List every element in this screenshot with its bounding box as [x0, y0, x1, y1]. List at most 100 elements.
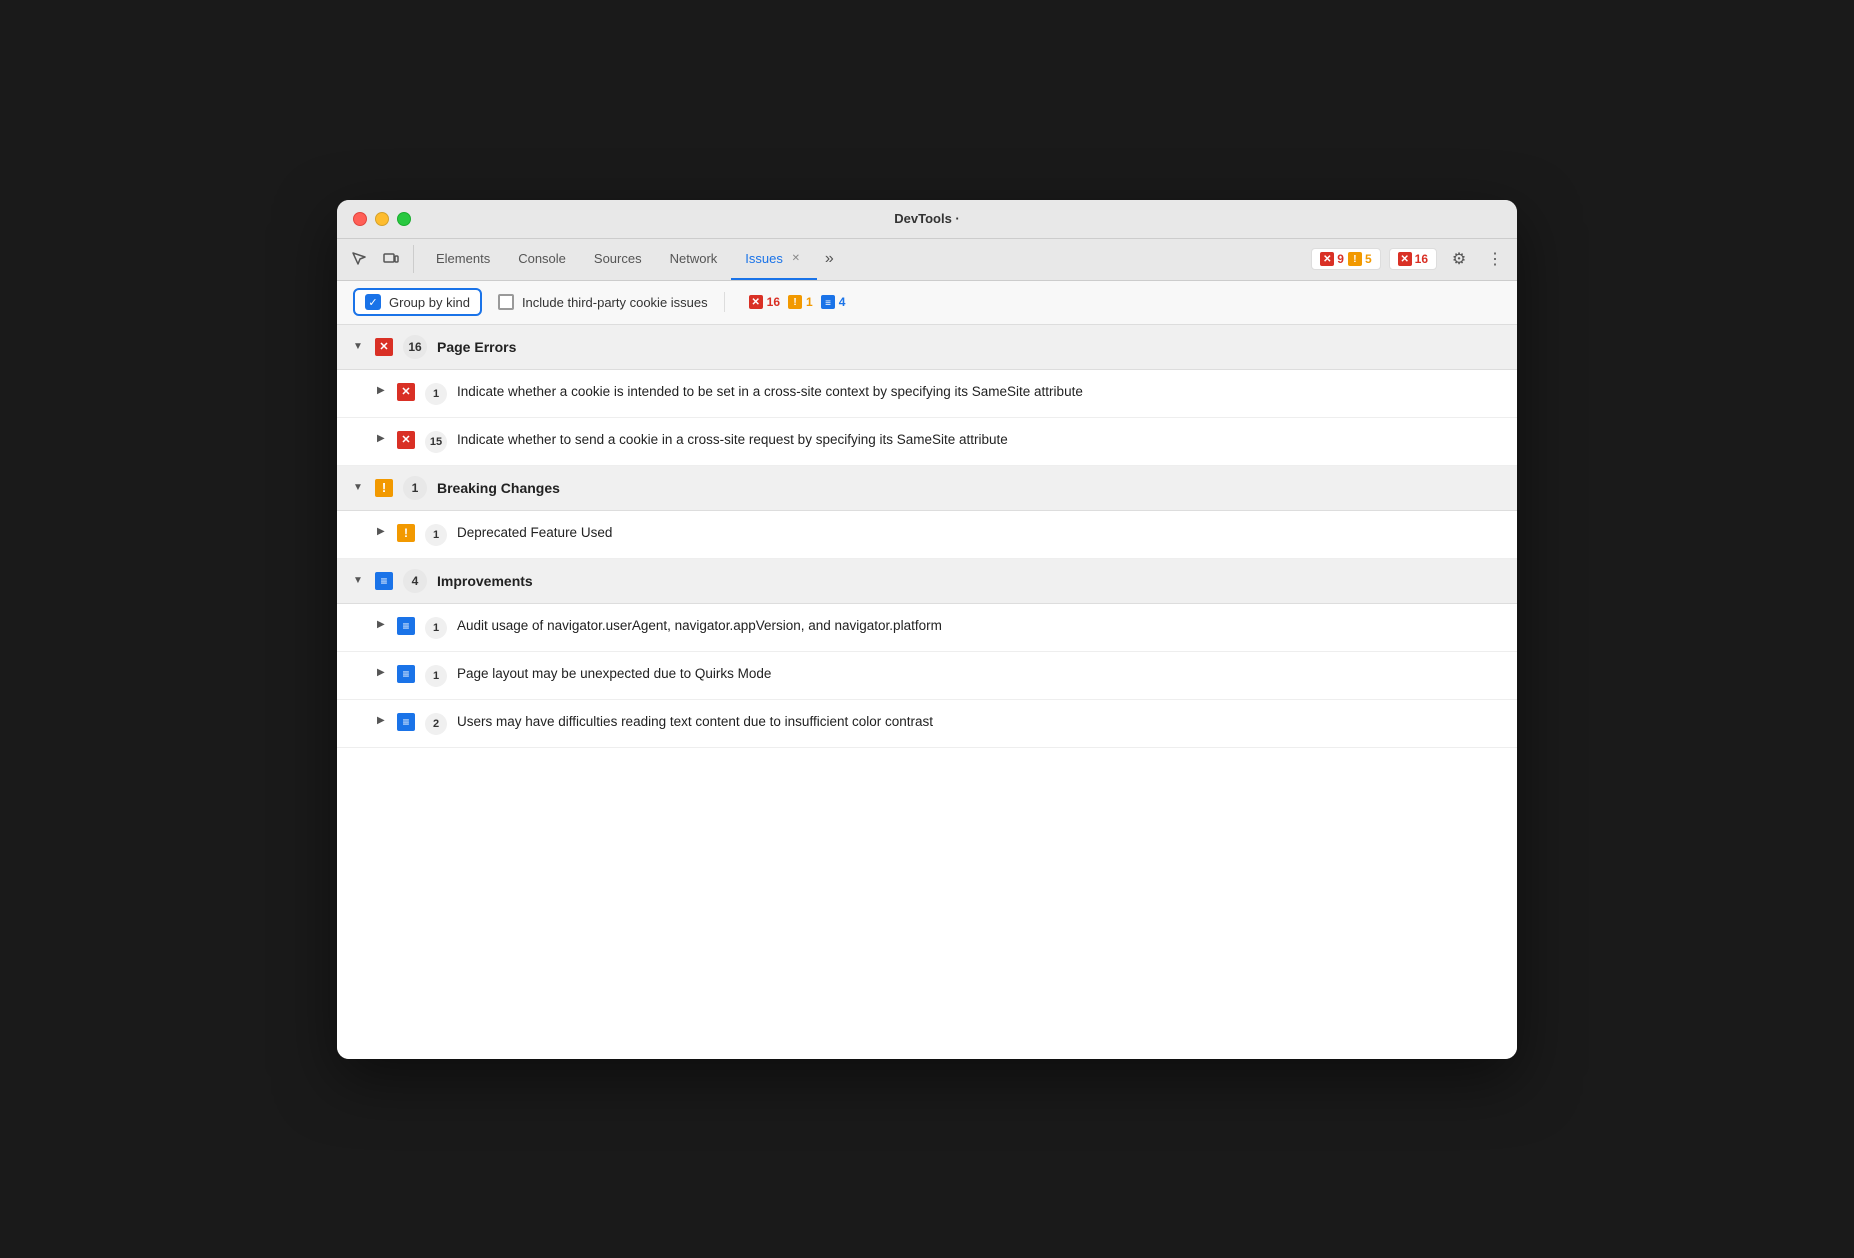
tab-console-label: Console: [518, 251, 566, 266]
issue-error-icon-2: ✕: [397, 431, 415, 449]
improvements-chevron: ▼: [353, 575, 365, 586]
inspect-icon: [350, 250, 368, 268]
tab-issues-close[interactable]: ✕: [789, 251, 803, 265]
third-party-cookie-toggle[interactable]: Include third-party cookie issues: [498, 294, 708, 310]
issue-inner-4: ≡ 1 Audit usage of navigator.userAgent, …: [397, 616, 1501, 639]
toolbar-error-count: ✕ 16: [749, 295, 780, 309]
issue-count-5: 1: [425, 665, 447, 687]
issue-chevron-6: ▶: [377, 715, 387, 726]
issue-chevron-1: ▶: [377, 385, 387, 396]
tab-sources[interactable]: Sources: [580, 239, 656, 280]
gear-icon: ⚙: [1452, 249, 1466, 269]
section-improvements[interactable]: ▼ ≡ 4 Improvements: [337, 559, 1517, 604]
issue-inner-6: ≡ 2 Users may have difficulties reading …: [397, 712, 1501, 735]
section-breaking-changes[interactable]: ▼ ! 1 Breaking Changes: [337, 466, 1517, 511]
error-badge: ✕ 9: [1320, 252, 1344, 266]
toolbar-icons: [345, 245, 414, 273]
minimize-button[interactable]: [375, 212, 389, 226]
tab-elements-label: Elements: [436, 251, 490, 266]
tab-elements[interactable]: Elements: [422, 239, 504, 280]
settings-button[interactable]: ⚙: [1445, 245, 1473, 273]
tab-console[interactable]: Console: [504, 239, 580, 280]
issue-text-1: Indicate whether a cookie is intended to…: [457, 382, 1501, 402]
close-button[interactable]: [353, 212, 367, 226]
issue-item-quirks[interactable]: ▶ ≡ 1 Page layout may be unexpected due …: [337, 652, 1517, 700]
breaking-changes-icon-symbol: !: [382, 480, 386, 495]
issue-inner-5: ≡ 1 Page layout may be unexpected due to…: [397, 664, 1501, 687]
third-party-label: Include third-party cookie issues: [522, 295, 708, 310]
group-by-kind-toggle[interactable]: ✓ Group by kind: [353, 288, 482, 316]
warning-icon-small: !: [1348, 252, 1362, 266]
issue-chevron-3: ▶: [377, 526, 387, 537]
issue-item-deprecated[interactable]: ▶ ! 1 Deprecated Feature Used: [337, 511, 1517, 559]
tab-issues-label: Issues: [745, 251, 783, 266]
breaking-changes-chevron: ▼: [353, 482, 365, 493]
error-warning-badge[interactable]: ✕ 9 ! 5: [1311, 248, 1380, 270]
devtools-window: DevTools · Elements: [337, 200, 1517, 1059]
page-errors-icon-symbol: ✕: [379, 340, 388, 353]
traffic-lights: [353, 212, 411, 226]
issue-item-contrast[interactable]: ▶ ≡ 2 Users may have difficulties readin…: [337, 700, 1517, 748]
toolbar-warning-number: 1: [806, 295, 813, 309]
group-by-kind-checkbox: ✓: [365, 294, 381, 310]
tab-bar-right: ✕ 9 ! 5 ✕ 16 ⚙: [1311, 245, 1509, 273]
page-errors-count: 16: [403, 335, 427, 359]
toolbar-divider: [724, 292, 725, 312]
issue-text-3: Deprecated Feature Used: [457, 523, 1501, 543]
second-error-icon: ✕: [1398, 252, 1412, 266]
tab-more-label: »: [825, 250, 834, 268]
page-errors-icon: ✕: [375, 338, 393, 356]
toolbar-error-icon: ✕: [749, 295, 763, 309]
toolbar-error-number: 16: [767, 295, 780, 309]
tab-issues[interactable]: Issues ✕: [731, 239, 817, 280]
issue-text-6: Users may have difficulties reading text…: [457, 712, 1501, 732]
group-by-kind-label: Group by kind: [389, 295, 470, 310]
issue-text-5: Page layout may be unexpected due to Qui…: [457, 664, 1501, 684]
toolbar-warning-count: ! 1: [788, 295, 813, 309]
error-icon-small: ✕: [1320, 252, 1334, 266]
page-errors-title: Page Errors: [437, 339, 516, 355]
issue-item-cookie-1[interactable]: ▶ ✕ 1 Indicate whether a cookie is inten…: [337, 370, 1517, 418]
tab-sources-label: Sources: [594, 251, 642, 266]
tab-bar: Elements Console Sources Network Issues …: [337, 239, 1517, 281]
more-menu-button[interactable]: ⋮: [1481, 245, 1509, 273]
issue-inner-3: ! 1 Deprecated Feature Used: [397, 523, 1501, 546]
toolbar-warning-icon: !: [788, 295, 802, 309]
breaking-changes-count: 1: [403, 476, 427, 500]
improvements-title: Improvements: [437, 573, 533, 589]
warning-badge: ! 5: [1348, 252, 1372, 266]
section-page-errors[interactable]: ▼ ✕ 16 Page Errors: [337, 325, 1517, 370]
tabs-container: Elements Console Sources Network Issues …: [422, 239, 1311, 280]
issue-count-3: 1: [425, 524, 447, 546]
toolbar-info-number: 4: [839, 295, 846, 309]
issue-item-cookie-2[interactable]: ▶ ✕ 15 Indicate whether to send a cookie…: [337, 418, 1517, 466]
svg-text:≡: ≡: [825, 298, 831, 309]
device-toggle-button[interactable]: [377, 245, 405, 273]
issues-count-row: ✕ 16 ! 1 ≡ 4: [749, 295, 846, 309]
toolbar-info-icon: ≡: [821, 295, 835, 309]
issue-error-icon-1: ✕: [397, 383, 415, 401]
issue-count-2: 15: [425, 431, 447, 453]
error-count: 9: [1337, 252, 1344, 266]
issues-toolbar: ✓ Group by kind Include third-party cook…: [337, 281, 1517, 325]
tab-network[interactable]: Network: [656, 239, 732, 280]
maximize-button[interactable]: [397, 212, 411, 226]
second-error-badge-group[interactable]: ✕ 16: [1389, 248, 1437, 270]
window-title: DevTools ·: [894, 211, 960, 226]
issue-warning-icon-1: !: [397, 524, 415, 542]
issue-count-6: 2: [425, 713, 447, 735]
tab-more-button[interactable]: »: [817, 239, 842, 280]
second-error-count: 16: [1415, 252, 1428, 266]
issue-chevron-5: ▶: [377, 667, 387, 678]
issue-text-2: Indicate whether to send a cookie in a c…: [457, 430, 1501, 450]
toolbar-info-count: ≡ 4: [821, 295, 846, 309]
issue-item-navigator[interactable]: ▶ ≡ 1 Audit usage of navigator.userAgent…: [337, 604, 1517, 652]
issue-inner-2: ✕ 15 Indicate whether to send a cookie i…: [397, 430, 1501, 453]
issue-info-icon-1: ≡: [397, 617, 415, 635]
improvements-icon: ≡: [375, 572, 393, 590]
breaking-changes-title: Breaking Changes: [437, 480, 560, 496]
issue-chevron-2: ▶: [377, 433, 387, 444]
issues-content: ▼ ✕ 16 Page Errors ▶ ✕ 1 Indicate whethe…: [337, 325, 1517, 1059]
inspect-element-button[interactable]: [345, 245, 373, 273]
tab-network-label: Network: [670, 251, 718, 266]
